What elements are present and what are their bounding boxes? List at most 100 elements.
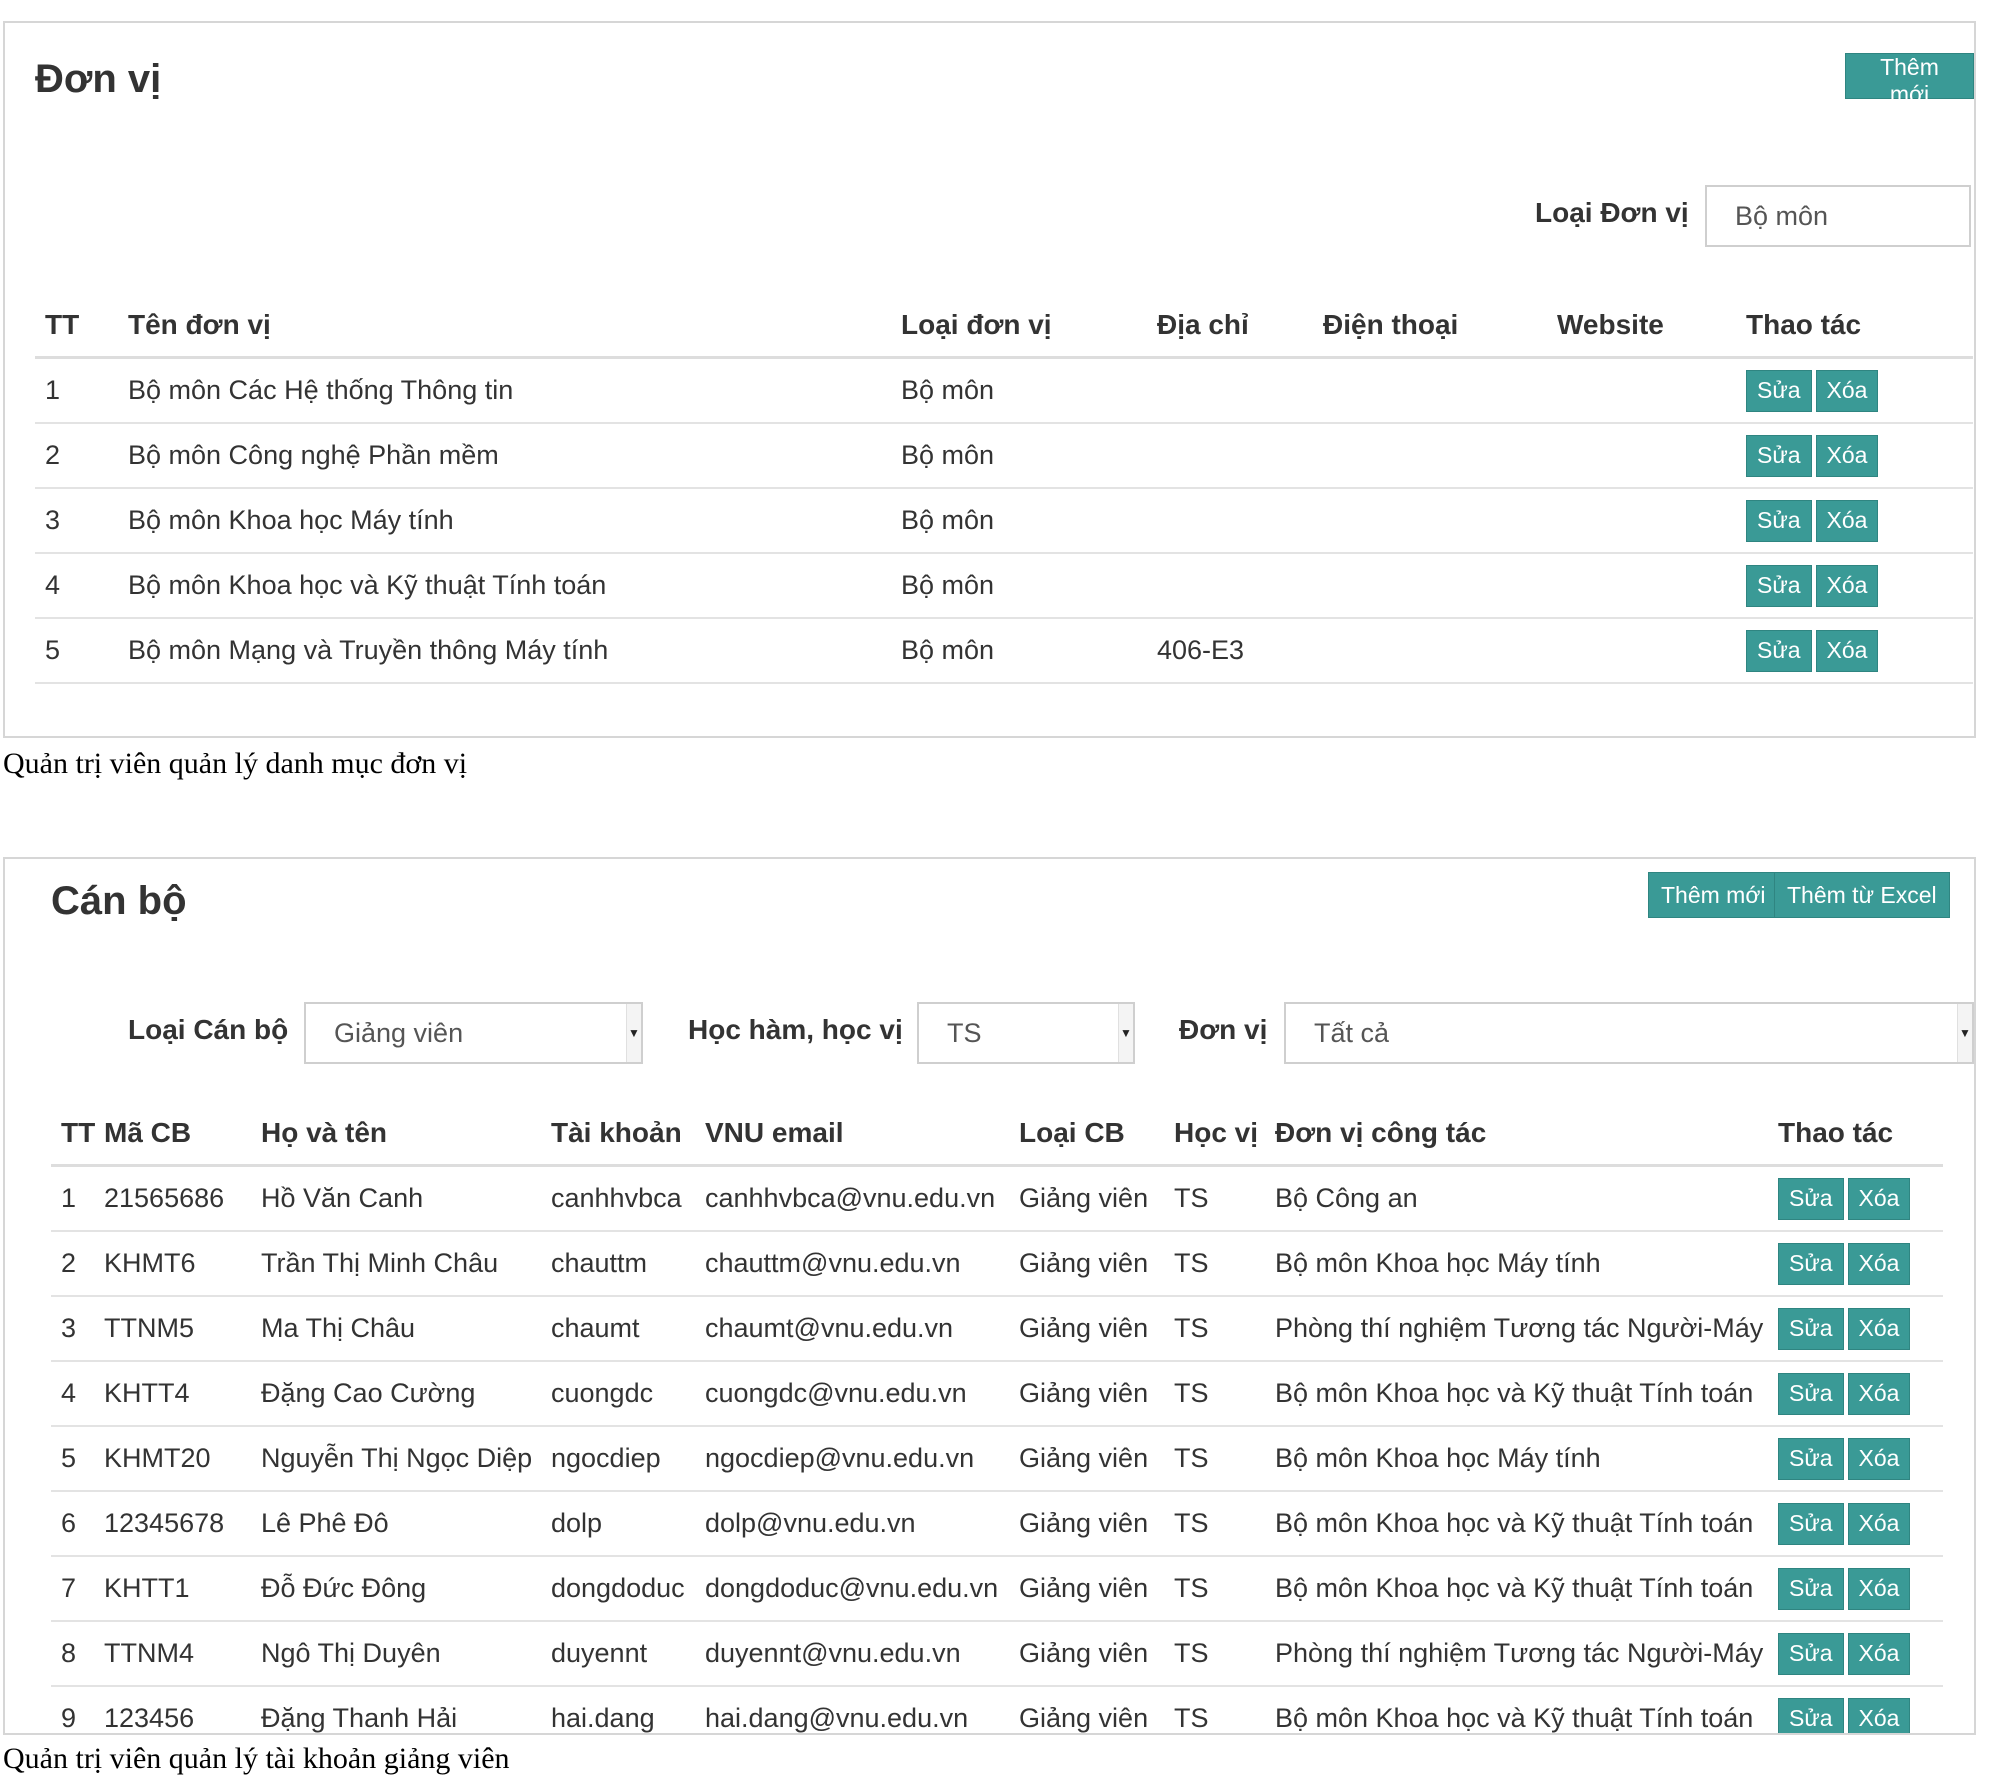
delete-button[interactable]: Xóa [1847, 1697, 1911, 1733]
canbo-excel-button[interactable]: Thêm từ Excel [1774, 872, 1950, 918]
cell-tt: 5 [35, 618, 128, 684]
chevron-down-icon: ▼ [1957, 1004, 1972, 1062]
cell-vnu-email: canhhvbca@vnu.edu.vn [705, 1165, 1019, 1232]
edit-button[interactable]: Sửa [1778, 1307, 1844, 1350]
cell-ma-cb: KHMT6 [104, 1231, 261, 1297]
cell-dia-chi [1157, 357, 1323, 424]
edit-button[interactable]: Sửa [1778, 1632, 1844, 1675]
cell-hoc-vi: TS [1174, 1556, 1275, 1622]
donvi-type-select[interactable]: Bộ môn [1705, 185, 1971, 247]
edit-button[interactable]: Sửa [1778, 1697, 1844, 1733]
edit-button[interactable]: Sửa [1746, 369, 1812, 412]
cell-dien-thoai [1323, 423, 1557, 489]
edit-button[interactable]: Sửa [1746, 564, 1812, 607]
col-tt: TT [51, 1102, 104, 1167]
cell-ho-va-ten: Ma Thị Châu [261, 1296, 551, 1362]
table-row: 2 Bộ môn Công nghệ Phần mềm Bộ môn Sửa Xóa [35, 423, 1973, 489]
delete-button[interactable]: Xóa [1847, 1632, 1911, 1675]
cell-ho-va-ten: Trần Thị Minh Châu [261, 1231, 551, 1297]
don-vi-select[interactable]: Tất cả ▼ [1284, 1002, 1974, 1064]
cell-loai-don-vi: Bộ môn [901, 357, 1157, 424]
delete-button[interactable]: Xóa [1815, 369, 1879, 412]
table-row: 2 KHMT6 Trần Thị Minh Châu chauttm chauttm@v… [51, 1231, 1943, 1297]
cell-ho-va-ten: Ngô Thị Duyên [261, 1621, 551, 1687]
cell-loai-cb: Giảng viên [1019, 1556, 1174, 1622]
canbo-table: TT Mã CB Họ và tên Tài khoản VNU email L… [51, 1102, 1943, 1733]
chevron-down-icon: ▼ [1118, 1004, 1133, 1062]
edit-button[interactable]: Sửa [1778, 1437, 1844, 1480]
row-actions: Sửa Xóa [1778, 1556, 1943, 1622]
donvi-add-button[interactable]: Thêm mới [1845, 53, 1974, 107]
edit-button[interactable]: Sửa [1746, 434, 1812, 477]
edit-button[interactable]: Sửa [1778, 1242, 1844, 1285]
hoc-ham-select[interactable]: TS ▼ [917, 1002, 1135, 1064]
edit-button[interactable]: Sửa [1746, 629, 1812, 672]
col-vnu-email: VNU email [705, 1102, 1019, 1167]
cell-tai-khoan: ngocdiep [551, 1426, 705, 1492]
cell-ho-va-ten: Đặng Thanh Hải [261, 1686, 551, 1733]
cell-tt: 7 [51, 1556, 104, 1622]
table-row: 9 123456 Đặng Thanh Hải hai.dang hai.dang@vn… [51, 1686, 1943, 1733]
cell-dia-chi [1157, 488, 1323, 554]
delete-button[interactable]: Xóa [1815, 564, 1879, 607]
delete-button[interactable]: Xóa [1847, 1437, 1911, 1480]
edit-button[interactable]: Sửa [1778, 1177, 1844, 1220]
chevron-down-icon: ▼ [626, 1004, 641, 1062]
cell-vnu-email: duyennt@vnu.edu.vn [705, 1621, 1019, 1687]
delete-button[interactable]: Xóa [1847, 1567, 1911, 1610]
col-thao-tac: Thao tác [1746, 294, 1973, 359]
col-ma-cb: Mã CB [104, 1102, 261, 1167]
cell-ma-cb: TTNM5 [104, 1296, 261, 1362]
cell-tai-khoan: duyennt [551, 1621, 705, 1687]
cell-hoc-vi: TS [1174, 1686, 1275, 1733]
col-don-vi-cong-tac: Đơn vị công tác [1275, 1102, 1778, 1167]
cell-loai-don-vi: Bộ môn [901, 553, 1157, 619]
delete-button[interactable]: Xóa [1847, 1502, 1911, 1545]
delete-button[interactable]: Xóa [1847, 1177, 1911, 1220]
delete-button[interactable]: Xóa [1847, 1372, 1911, 1415]
col-ten-don-vi: Tên đơn vị [128, 294, 901, 359]
edit-button[interactable]: Sửa [1778, 1567, 1844, 1610]
row-actions: Sửa Xóa [1778, 1491, 1943, 1557]
cell-tai-khoan: cuongdc [551, 1361, 705, 1427]
table-row: 4 Bộ môn Khoa học và Kỹ thuật Tính toán Bộ… [35, 553, 1973, 619]
cell-website [1557, 618, 1746, 684]
cell-vnu-email: dongdoduc@vnu.edu.vn [705, 1556, 1019, 1622]
loai-can-bo-value: Giảng viên [334, 1017, 464, 1048]
row-actions: Sửa Xóa [1778, 1296, 1943, 1362]
cell-ma-cb: KHTT1 [104, 1556, 261, 1622]
edit-button[interactable]: Sửa [1746, 499, 1812, 542]
delete-button[interactable]: Xóa [1815, 434, 1879, 477]
row-actions: Sửa Xóa [1778, 1621, 1943, 1687]
cell-loai-don-vi: Bộ môn [901, 488, 1157, 554]
cell-ho-va-ten: Đặng Cao Cường [261, 1361, 551, 1427]
row-actions: Sửa Xóa [1778, 1361, 1943, 1427]
delete-button[interactable]: Xóa [1815, 629, 1879, 672]
don-vi-filter-label: Đơn vị [1179, 1014, 1268, 1045]
cell-website [1557, 423, 1746, 489]
cell-don-vi-cong-tac: Bộ môn Khoa học Máy tính [1275, 1426, 1778, 1492]
cell-hoc-vi: TS [1174, 1621, 1275, 1687]
edit-button[interactable]: Sửa [1778, 1502, 1844, 1545]
cell-ma-cb: TTNM4 [104, 1621, 261, 1687]
delete-button[interactable]: Xóa [1847, 1242, 1911, 1285]
table-row: 5 KHMT20 Nguyễn Thị Ngọc Diệp ngocdiep ngocd… [51, 1426, 1943, 1492]
canbo-table-header: TT Mã CB Họ và tên Tài khoản VNU email L… [51, 1102, 1943, 1167]
cell-tai-khoan: chaumt [551, 1296, 705, 1362]
cell-dia-chi [1157, 553, 1323, 619]
cell-tt: 9 [51, 1686, 104, 1733]
cell-ho-va-ten: Đỗ Đức Đông [261, 1556, 551, 1622]
delete-button[interactable]: Xóa [1815, 499, 1879, 542]
row-actions: Sửa Xóa [1746, 553, 1973, 619]
col-loai-cb: Loại CB [1019, 1102, 1174, 1167]
edit-button[interactable]: Sửa [1778, 1372, 1844, 1415]
caption-canbo: Quản trị viên quản lý tài khoản giảng vi… [3, 1742, 510, 1775]
delete-button[interactable]: Xóa [1847, 1307, 1911, 1350]
cell-hoc-vi: TS [1174, 1361, 1275, 1427]
table-row: 4 KHTT4 Đặng Cao Cường cuongdc cuongdc@vnu.e… [51, 1361, 1943, 1427]
loai-can-bo-label: Loại Cán bộ [128, 1014, 289, 1045]
table-row: 8 TTNM4 Ngô Thị Duyên duyennt duyennt@vnu.ed… [51, 1621, 1943, 1687]
cell-tt: 4 [51, 1361, 104, 1427]
canbo-add-button[interactable]: Thêm mới [1648, 872, 1779, 918]
loai-can-bo-select[interactable]: Giảng viên ▼ [304, 1002, 643, 1064]
